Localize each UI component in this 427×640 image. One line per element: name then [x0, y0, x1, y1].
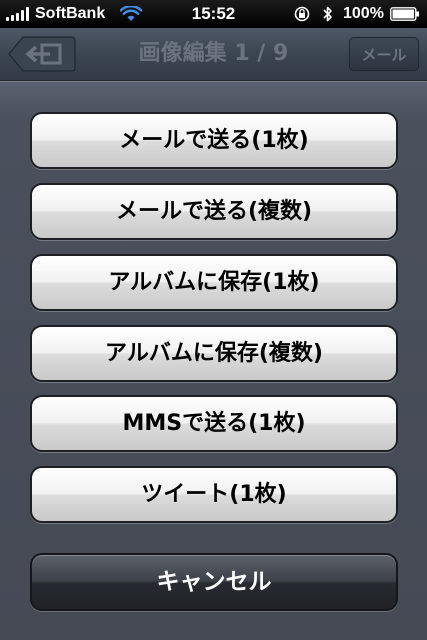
orientation-lock-icon	[294, 6, 310, 22]
navigation-bar: 画像編集 1 / 9 メール	[0, 28, 427, 81]
back-button[interactable]	[8, 36, 76, 72]
send-mms-single-button[interactable]: MMSで送る(1枚)	[30, 395, 398, 452]
battery-icon	[390, 7, 419, 21]
mail-button[interactable]: メール	[349, 37, 419, 71]
status-bar: SoftBank 15:52 100%	[0, 0, 427, 28]
cancel-button[interactable]: キャンセル	[30, 553, 398, 611]
save-album-single-button[interactable]: アルバムに保存(1枚)	[30, 254, 398, 311]
bluetooth-icon	[323, 6, 332, 22]
back-arrow-icon	[8, 36, 76, 72]
page-title: 画像編集 1 / 9	[138, 41, 289, 66]
action-sheet: メールで送る(1枚) メールで送る(複数) アルバムに保存(1枚) アルバムに保…	[0, 81, 427, 640]
tweet-single-button[interactable]: ツイート(1枚)	[30, 466, 398, 523]
send-mail-multiple-button[interactable]: メールで送る(複数)	[30, 183, 398, 240]
save-album-multiple-button[interactable]: アルバムに保存(複数)	[30, 325, 398, 382]
send-mail-single-button[interactable]: メールで送る(1枚)	[30, 112, 398, 169]
battery-percent: 100%	[343, 5, 384, 22]
